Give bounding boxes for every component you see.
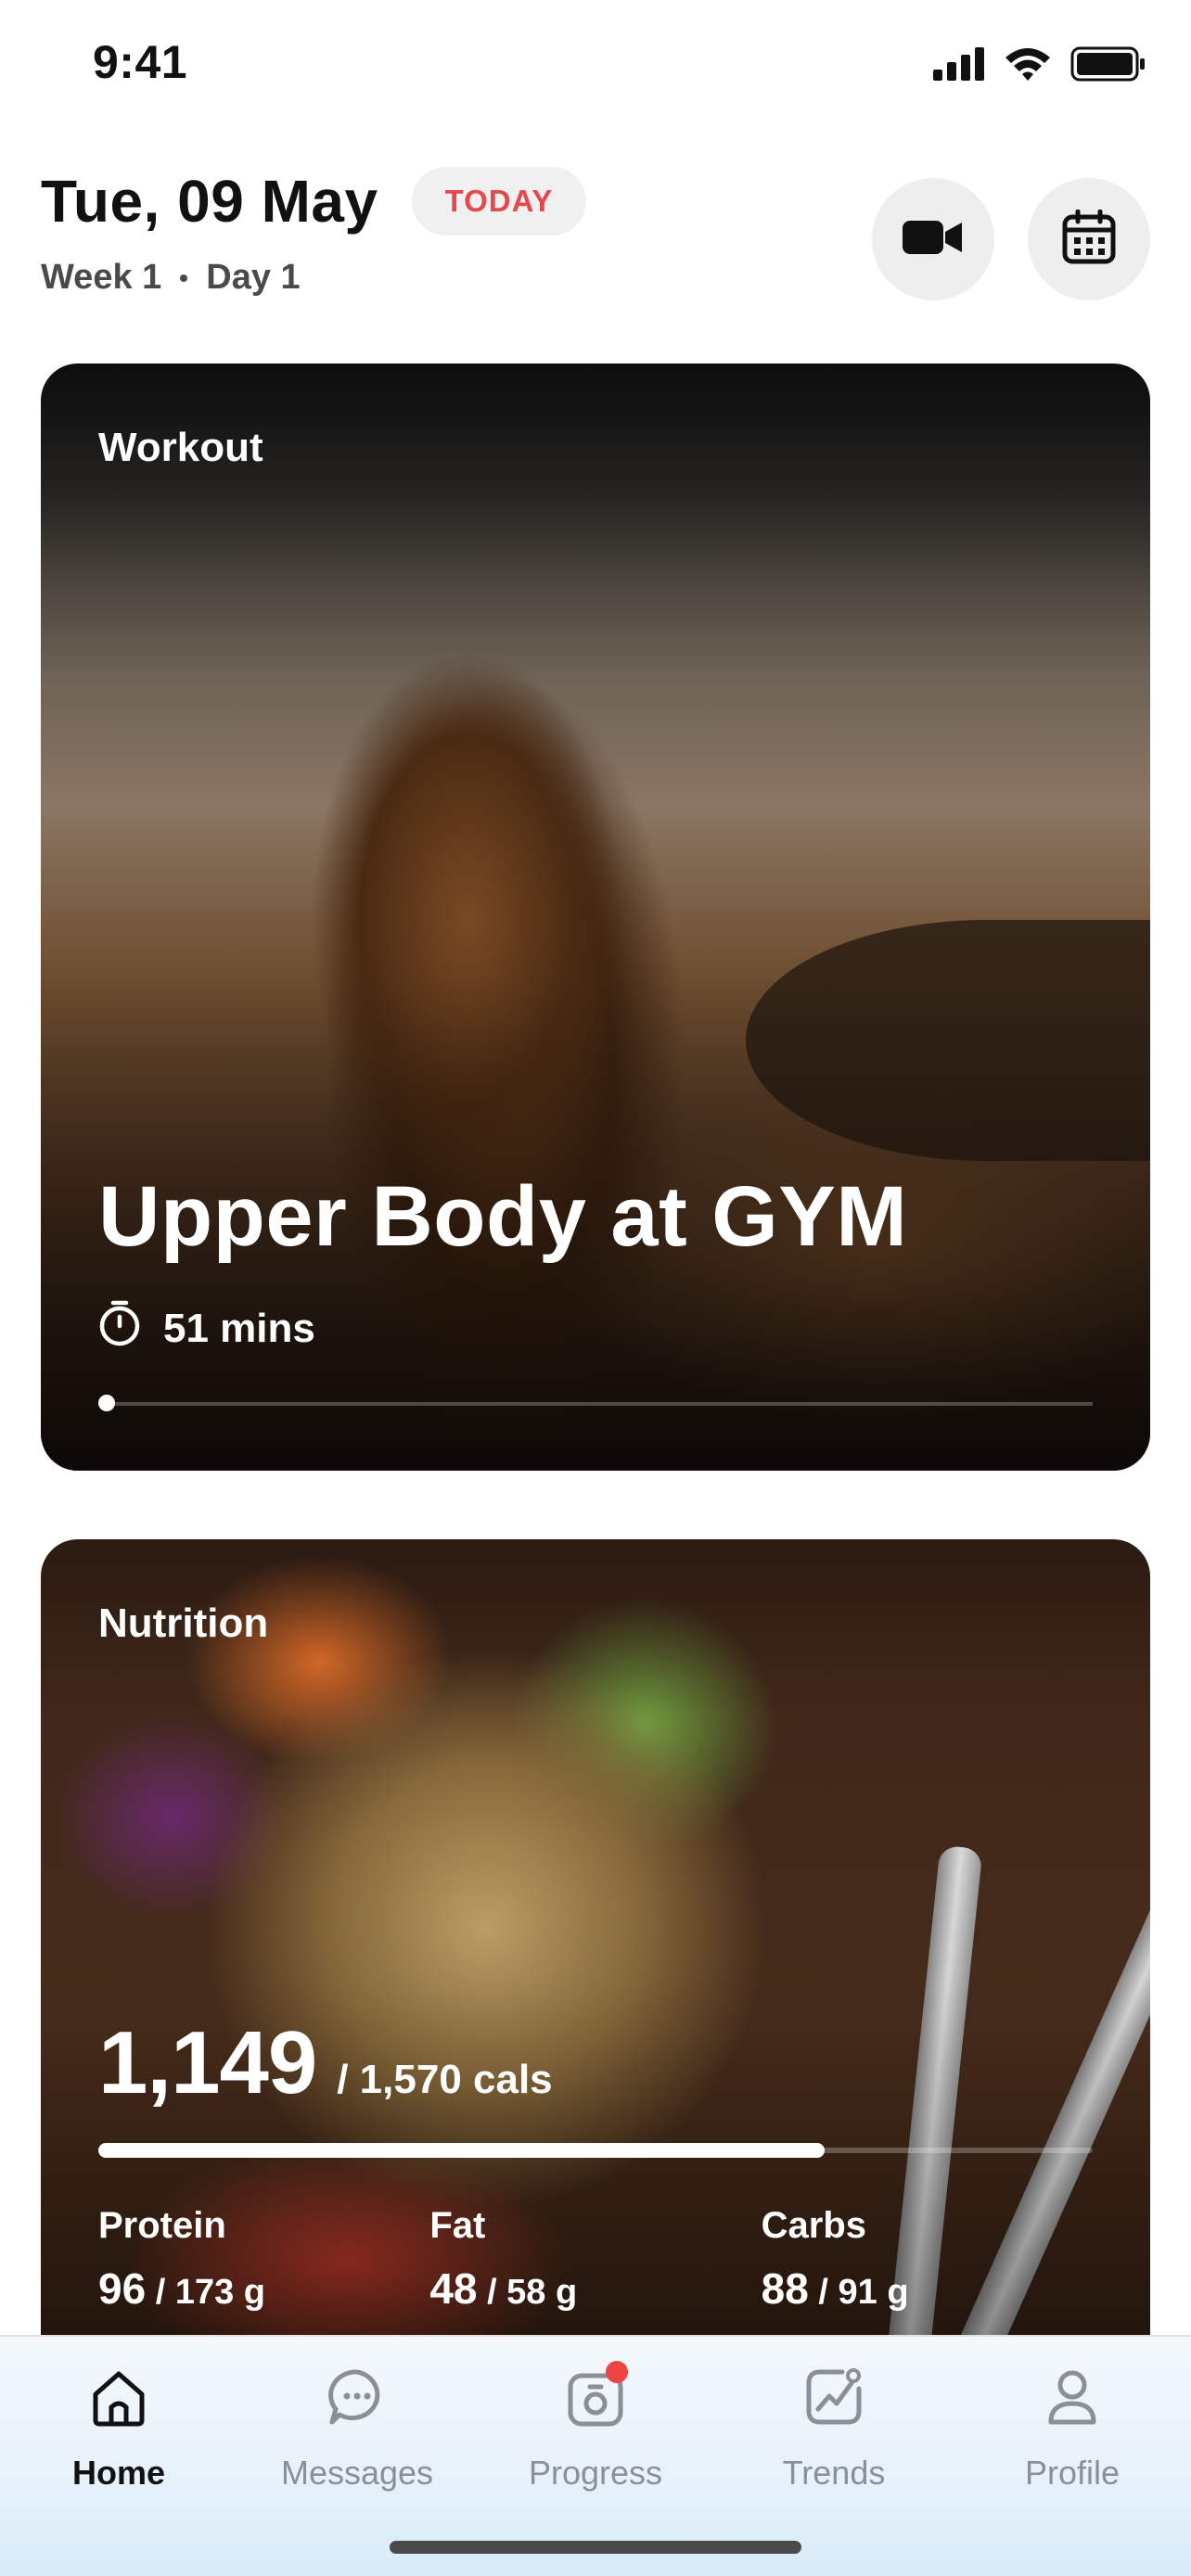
tab-label: Home	[71, 2454, 166, 2492]
timer-icon	[98, 1300, 141, 1357]
macro-current: 88	[761, 2264, 809, 2313]
macro-protein: Protein 96 / 173 g	[98, 2205, 429, 2314]
trends-icon	[801, 2365, 866, 2429]
macro-current: 48	[429, 2264, 478, 2313]
status-time: 9:41	[93, 36, 188, 88]
nutrition-section-label: Nutrition	[98, 1600, 269, 1646]
carousel-indicator	[98, 1395, 115, 1411]
calendar-button[interactable]	[1028, 178, 1150, 300]
calories-progress-fill	[98, 2143, 825, 2158]
separator-dot	[180, 274, 188, 282]
progress-camera-icon	[563, 2361, 628, 2429]
tab-trends[interactable]: Trends	[715, 2365, 953, 2493]
tab-label: Progress	[528, 2454, 663, 2492]
macro-goal: / 58 g	[487, 2273, 578, 2312]
tab-home[interactable]: Home	[0, 2365, 237, 2493]
person-icon	[1040, 2365, 1105, 2429]
tab-messages[interactable]: Messages	[238, 2365, 476, 2493]
tab-label: Profile	[1024, 2454, 1121, 2492]
home-indicator	[390, 2541, 801, 2554]
video-icon	[901, 215, 966, 264]
macro-fat: Fat 48 / 58 g	[429, 2205, 761, 2314]
wifi-icon	[1004, 46, 1052, 86]
calories-consumed: 1,149	[98, 2013, 317, 2112]
workout-card[interactable]: Workout Upper Body at GYM 51 mins	[41, 363, 1150, 1471]
chat-icon	[325, 2365, 390, 2429]
signal-icon	[933, 47, 985, 85]
notification-dot	[606, 2361, 628, 2383]
tab-label: Messages	[280, 2454, 434, 2492]
home-icon	[86, 2365, 151, 2429]
date-header: Tue, 09 May TODAY Week 1 Day 1	[41, 167, 1150, 315]
macro-label: Carbs	[761, 2205, 867, 2246]
tab-progress[interactable]: Progress	[477, 2361, 714, 2493]
calendar-icon	[1061, 209, 1117, 270]
macros-row: Protein 96 / 173 g Fat 48 / 58 g Carbs 8…	[98, 2205, 1093, 2314]
day-label: Day 1	[206, 258, 301, 297]
macro-label: Protein	[98, 2205, 226, 2246]
video-call-button[interactable]	[872, 178, 994, 300]
calories-goal: / 1,570 cals	[337, 2057, 553, 2102]
macro-goal: / 173 g	[155, 2273, 266, 2312]
duration-text: 51 mins	[163, 1305, 315, 1351]
week-label: Week 1	[41, 258, 162, 297]
carousel-track	[98, 1402, 1093, 1406]
macro-label: Fat	[429, 2205, 486, 2246]
today-badge[interactable]: TODAY	[411, 167, 587, 236]
calories-summary: 1,149 / 1,570 cals	[98, 2012, 553, 2114]
workout-section-label: Workout	[98, 425, 263, 470]
bottom-tab-bar: Home Messages Progress Trends Profile	[0, 2335, 1191, 2576]
status-bar: 9:41	[0, 0, 1191, 130]
battery-icon	[1070, 46, 1146, 86]
macro-goal: / 91 g	[818, 2273, 909, 2312]
macro-carbs: Carbs 88 / 91 g	[762, 2205, 1093, 2314]
date-title: Tue, 09 May	[41, 168, 378, 235]
tab-label: Trends	[782, 2454, 886, 2492]
workout-title: Upper Body at GYM	[98, 1169, 908, 1264]
status-icons	[933, 46, 1146, 86]
workout-duration: 51 mins	[98, 1300, 315, 1357]
tab-profile[interactable]: Profile	[954, 2365, 1191, 2493]
macro-current: 96	[98, 2264, 147, 2313]
